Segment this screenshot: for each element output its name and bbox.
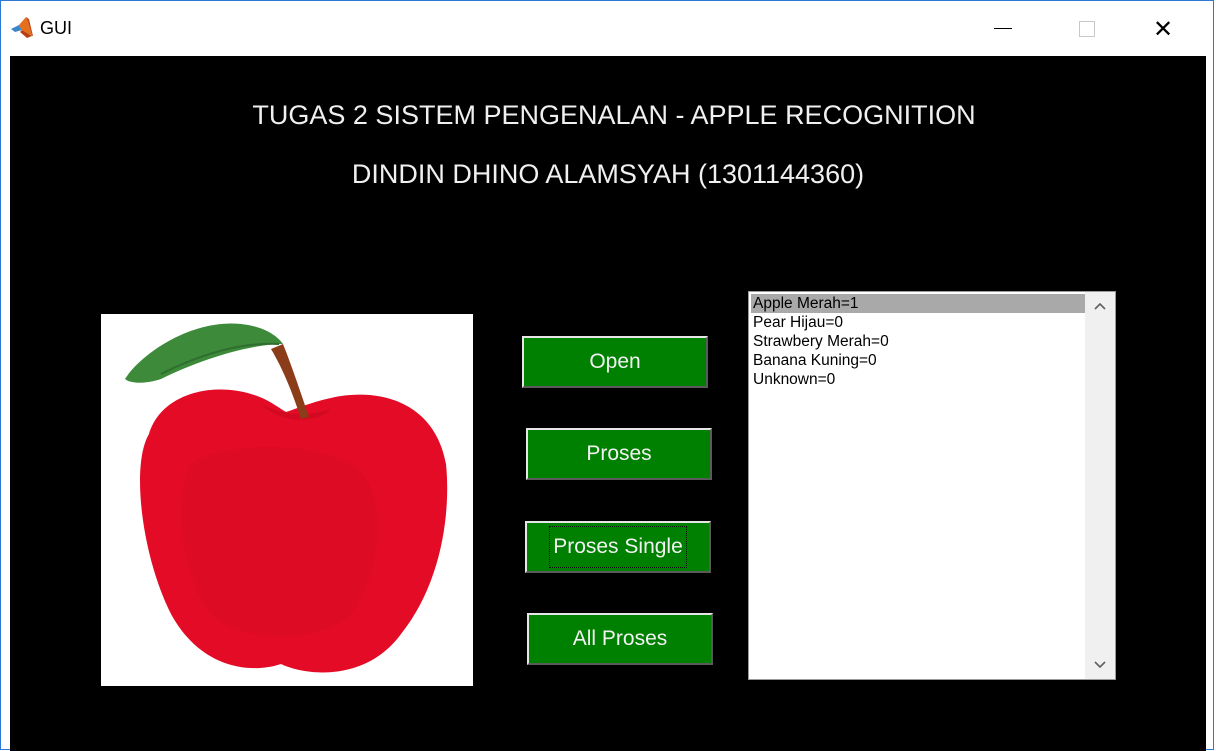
results-listbox[interactable]: Apple Merah=1 Pear Hijau=0 Strawbery Mer…	[748, 291, 1116, 680]
list-item[interactable]: Banana Kuning=0	[751, 351, 1086, 370]
author-subtitle: DINDIN DHINO ALAMSYAH (1301144360)	[351, 159, 865, 189]
apple-shade	[181, 447, 378, 637]
proses-button[interactable]: Proses	[526, 428, 712, 480]
figure-canvas: TUGAS 2 SISTEM PENGENALAN - APPLE RECOGN…	[10, 56, 1206, 751]
proses-single-label: Proses Single	[549, 526, 687, 568]
scroll-up-button[interactable]	[1085, 292, 1115, 320]
all-proses-button[interactable]: All Proses	[527, 613, 713, 665]
matlab-icon	[10, 16, 34, 40]
list-item[interactable]: Unknown=0	[751, 370, 1086, 389]
close-icon: ✕	[1152, 14, 1174, 43]
window-title: GUI	[40, 18, 73, 38]
image-axes	[101, 314, 473, 686]
list-item[interactable]: Strawbery Merah=0	[751, 332, 1086, 351]
maximize-button[interactable]	[1047, 1, 1127, 56]
minimize-button[interactable]	[963, 1, 1043, 56]
list-item[interactable]: Pear Hijau=0	[751, 313, 1086, 332]
apple-image	[125, 323, 448, 673]
maximize-icon	[1079, 20, 1095, 37]
chevron-up-icon	[1094, 302, 1106, 310]
chevron-down-icon	[1094, 661, 1106, 669]
apple-leaf	[125, 323, 283, 383]
close-button[interactable]: ✕	[1123, 1, 1203, 56]
page-title: TUGAS 2 SISTEM PENGENALAN - APPLE RECOGN…	[252, 100, 976, 130]
results-list: Apple Merah=1 Pear Hijau=0 Strawbery Mer…	[751, 294, 1086, 389]
minimize-icon	[994, 28, 1012, 29]
app-window: GUI ✕ TUGAS 2 SISTEM PENGENALAN - APPLE …	[0, 0, 1214, 751]
proses-single-button[interactable]: Proses Single	[525, 521, 711, 573]
open-button[interactable]: Open	[522, 336, 708, 388]
title-bar[interactable]: GUI ✕	[1, 1, 1213, 56]
vertical-scrollbar[interactable]	[1085, 292, 1115, 679]
list-item[interactable]: Apple Merah=1	[751, 294, 1086, 313]
scroll-down-button[interactable]	[1085, 651, 1115, 679]
